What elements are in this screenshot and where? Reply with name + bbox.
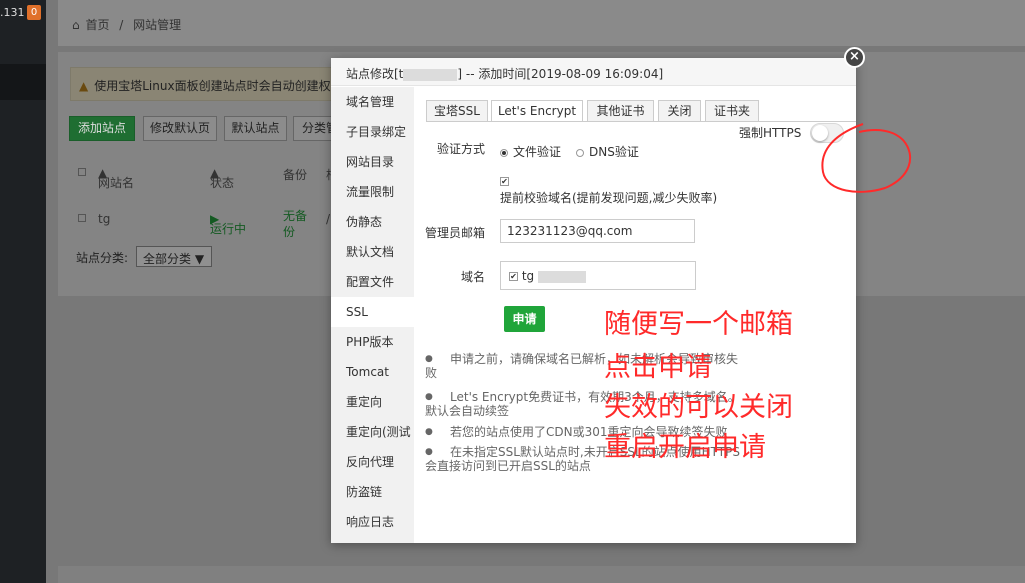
- row-checkbox[interactable]: [78, 214, 86, 222]
- warning-icon: ▲: [79, 79, 89, 93]
- breadcrumb-home[interactable]: 首页: [85, 18, 109, 32]
- tab-close[interactable]: 关闭: [658, 100, 701, 122]
- table-row: tg 运行中 ▶ 无备份 /: [70, 204, 345, 244]
- row-extra: /: [326, 212, 331, 226]
- default-site-button[interactable]: 默认站点: [224, 116, 287, 141]
- email-label: 管理员邮箱: [425, 226, 486, 240]
- side-item-php[interactable]: PHP版本: [331, 327, 414, 357]
- domain-checkbox[interactable]: ✔: [509, 272, 518, 281]
- side-item-domain[interactable]: 域名管理: [331, 87, 414, 117]
- verify-dns-option[interactable]: DNS验证: [576, 143, 639, 160]
- annotation-text: 点击申请: [604, 352, 712, 383]
- precheck-label: 提前校验域名(提前发现问题,减少失败率): [500, 191, 718, 205]
- modal-close-button[interactable]: ×: [844, 47, 865, 68]
- annotation-text: 失效的可以关闭: [604, 392, 793, 423]
- notice-text: 使用宝塔Linux面板创建站点时会自动创建权: [94, 79, 331, 93]
- col-status[interactable]: 状态 ▲: [210, 166, 234, 190]
- domain-value: tg: [521, 269, 535, 283]
- left-sidebar: .131 0: [0, 0, 46, 583]
- footer: [58, 566, 1025, 583]
- side-item-redirect-test[interactable]: 重定向(测试: [331, 417, 414, 447]
- precheck-checkbox[interactable]: ✔: [500, 177, 509, 186]
- radio-icon: [576, 148, 584, 157]
- side-item-proxy[interactable]: 反向代理: [331, 447, 414, 477]
- breadcrumb: ⌂ 首页 / 网站管理: [58, 0, 1025, 46]
- apply-button[interactable]: 申请: [504, 306, 545, 332]
- add-site-button[interactable]: 添加站点: [69, 116, 135, 141]
- notice-bar: ▲ 使用宝塔Linux面板创建站点时会自动创建权: [70, 67, 350, 101]
- side-item-site-dir[interactable]: 网站目录: [331, 147, 414, 177]
- edit-default-page-button[interactable]: 修改默认页: [143, 116, 217, 141]
- side-item-redirect[interactable]: 重定向: [331, 387, 414, 417]
- side-item-logs[interactable]: 响应日志: [331, 507, 414, 537]
- table-header: 网站名 ▲ 状态 ▲ 备份 根: [70, 158, 345, 190]
- annotation-circle: [821, 123, 912, 193]
- row-backup[interactable]: 无备份: [283, 208, 311, 240]
- col-backup: 备份: [283, 168, 308, 182]
- side-item-ssl[interactable]: SSL: [331, 297, 414, 327]
- email-input[interactable]: 123231123@qq.com: [500, 219, 695, 243]
- annotation-text: 重启开启申请: [604, 432, 766, 463]
- domain-label: 域名: [461, 270, 486, 284]
- tab-other-cert[interactable]: 其他证书: [587, 100, 654, 122]
- tab-underline: [426, 121, 856, 122]
- radio-icon: [500, 148, 508, 157]
- side-item-rewrite[interactable]: 伪静态: [331, 207, 414, 237]
- home-icon: ⌂: [72, 18, 80, 32]
- row-status[interactable]: 运行中 ▶: [210, 212, 246, 236]
- side-item-default-doc[interactable]: 默认文档: [331, 237, 414, 267]
- masked-domain: [537, 270, 586, 283]
- verify-label: 验证方式: [437, 142, 486, 156]
- force-https-label: 强制HTTPS: [739, 126, 802, 140]
- breadcrumb-sep: /: [119, 18, 124, 32]
- category-filter: 站点分类: 全部分类 ▼: [76, 246, 212, 267]
- col-name[interactable]: 网站名 ▲: [98, 166, 134, 190]
- verify-file-option[interactable]: 文件验证: [500, 143, 561, 160]
- tab-cert-folder[interactable]: 证书夹: [705, 100, 759, 122]
- notification-badge[interactable]: 0: [27, 5, 41, 20]
- category-select[interactable]: 全部分类 ▼: [136, 246, 212, 267]
- select-all-checkbox[interactable]: [78, 168, 86, 176]
- site-edit-modal: 站点修改[t] -- 添加时间[2019-08-09 16:09:04] 域名管…: [331, 58, 912, 543]
- row-site-name[interactable]: tg: [98, 212, 110, 226]
- side-item-hotlink[interactable]: 防盗链: [331, 477, 414, 507]
- side-item-config[interactable]: 配置文件: [331, 267, 414, 297]
- tab-bt-ssl[interactable]: 宝塔SSL: [426, 100, 488, 122]
- side-item-subdir[interactable]: 子目录绑定: [331, 117, 414, 147]
- modal-side-menu: 域名管理 子目录绑定 网站目录 流量限制 伪静态 默认文档 配置文件 SSL P…: [331, 87, 414, 543]
- tab-lets-encrypt[interactable]: Let's Encrypt: [491, 100, 583, 122]
- breadcrumb-current: 网站管理: [133, 18, 182, 32]
- side-item-traffic[interactable]: 流量限制: [331, 177, 414, 207]
- annotation-text: 随便写一个邮箱: [604, 309, 793, 340]
- sidebar-active-item[interactable]: [0, 64, 46, 100]
- category-label: 站点分类:: [76, 251, 129, 265]
- side-item-tomcat[interactable]: Tomcat: [331, 357, 414, 387]
- masked-domain: [403, 68, 458, 81]
- modal-title: 站点修改[t] -- 添加时间[2019-08-09 16:09:04]: [331, 58, 856, 86]
- domain-list: ✔ tg: [500, 261, 696, 290]
- server-ip: .131: [0, 6, 25, 19]
